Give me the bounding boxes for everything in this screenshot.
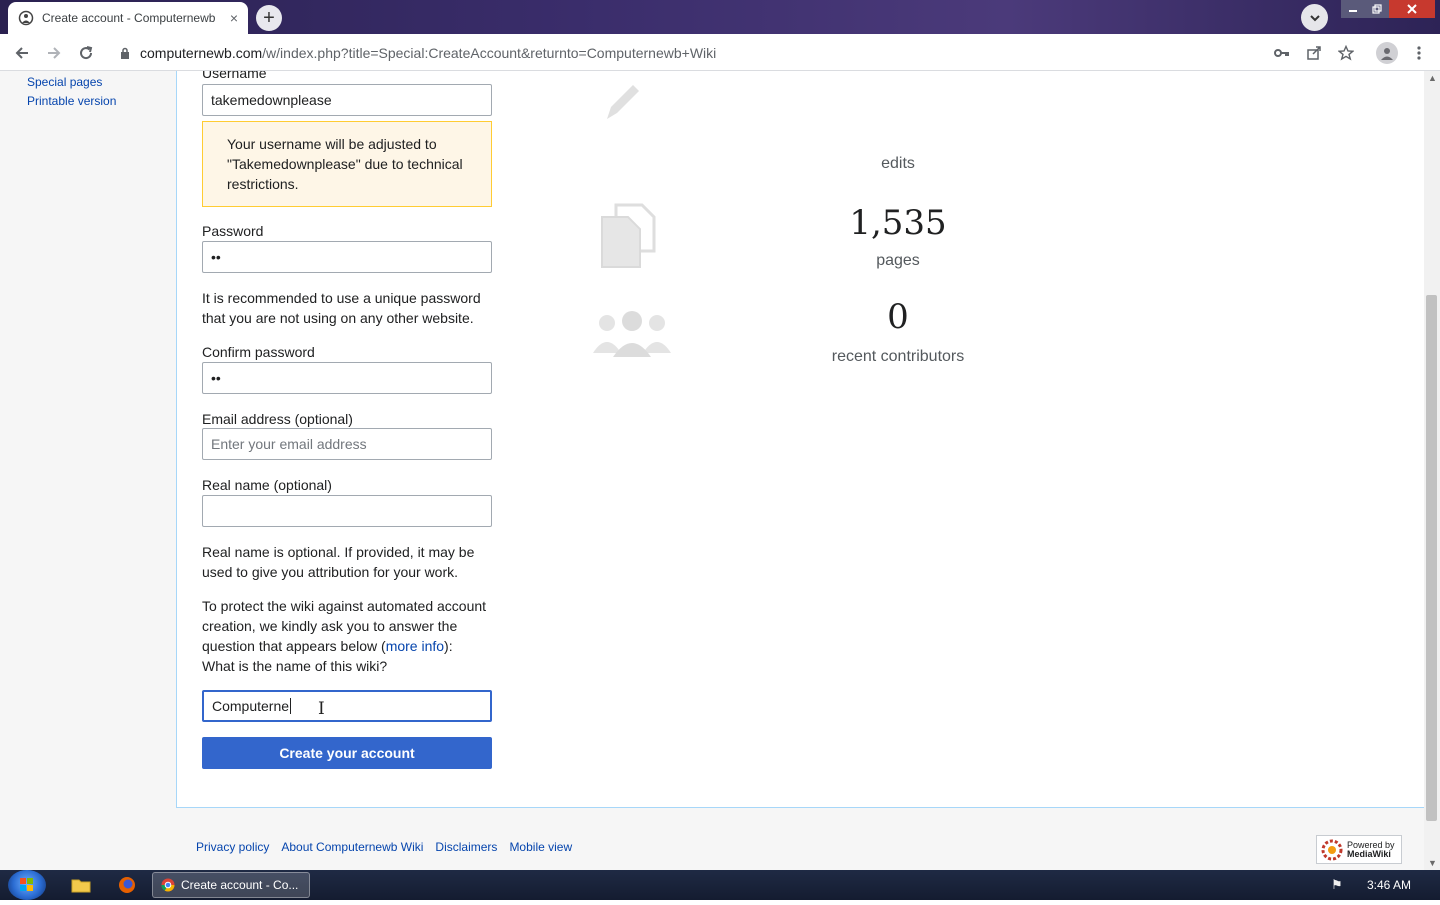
close-icon (1407, 4, 1417, 14)
action-center-flag-icon[interactable]: ⚑ (1331, 877, 1343, 893)
password-field[interactable]: •• (202, 241, 492, 273)
footer-link-about[interactable]: About Computernewb Wiki (281, 840, 423, 854)
powered-by-line2: MediaWiki (1347, 848, 1391, 859)
firefox-icon (119, 877, 135, 893)
pencil-icon (607, 85, 639, 119)
forward-button[interactable] (43, 42, 65, 64)
browser-toolbar: computernewb.com/w/index.php?title=Speci… (0, 34, 1440, 71)
footer-links: Privacy policy About Computernewb Wiki D… (196, 840, 572, 854)
window-restore-button[interactable] (1365, 0, 1389, 18)
scroll-up-arrow-icon[interactable]: ▲ (1428, 73, 1437, 83)
contributors-label: recent contributors (831, 348, 965, 365)
scroll-down-arrow-icon[interactable]: ▼ (1428, 858, 1437, 868)
page-viewport: Special pages Printable version Username… (0, 71, 1424, 870)
pages-document-icon (601, 203, 656, 268)
sidebar-item-special-pages[interactable]: Special pages (27, 75, 102, 89)
captcha-explanation: To protect the wiki against automated ac… (202, 596, 497, 676)
captcha-question: What is the name of this wiki? (202, 658, 388, 674)
key-icon[interactable] (1272, 43, 1292, 63)
pages-label: pages (876, 252, 920, 269)
powered-by-mediawiki-badge[interactable]: Powered by MediaWiki (1316, 835, 1402, 864)
share-icon[interactable] (1304, 43, 1324, 63)
text-caret (290, 698, 292, 714)
url-text: computernewb.com/w/index.php?title=Speci… (140, 45, 716, 61)
realname-help-text: Real name is optional. If provided, it m… (202, 544, 475, 580)
window-minimize-button[interactable] (1341, 0, 1365, 18)
arrow-right-icon (48, 47, 61, 59)
pages-count: 1,535 (849, 203, 947, 243)
start-button[interactable] (8, 870, 46, 900)
password-label: Password (202, 223, 264, 239)
realname-field[interactable] (202, 495, 492, 527)
address-bar[interactable]: computernewb.com/w/index.php?title=Speci… (108, 38, 1308, 67)
arrow-left-icon (15, 47, 28, 59)
sidebar-item-printable-version[interactable]: Printable version (27, 94, 116, 108)
os-taskbar: Create account - Co... ⚑ 3:46 AM (0, 870, 1440, 900)
browser-tab[interactable]: Create account - Computernewb × (8, 2, 248, 34)
email-field[interactable]: Enter your email address (202, 428, 492, 460)
tab-title: Create account - Computernewb (42, 11, 216, 25)
url-domain: computernewb.com (140, 44, 263, 61)
folder-icon (71, 879, 91, 893)
confirm-password-label: Confirm password (202, 344, 315, 360)
footer-link-mobile-view[interactable]: Mobile view (509, 840, 572, 854)
profile-avatar-icon[interactable] (1376, 42, 1398, 64)
chevron-down-icon (1309, 14, 1320, 21)
system-clock[interactable]: 3:46 AM (1367, 878, 1411, 892)
username-field[interactable]: takemedownplease (202, 84, 492, 116)
mediawiki-logo-icon (1321, 839, 1343, 860)
footer-link-privacy-policy[interactable]: Privacy policy (196, 840, 269, 854)
new-tab-button[interactable]: + (256, 5, 282, 31)
tab-search-button[interactable] (1301, 4, 1328, 31)
reload-icon (80, 46, 93, 60)
browser-tab-strip: Create account - Computernewb × + (0, 0, 1440, 34)
reload-button[interactable] (75, 42, 97, 64)
username-notice-box: Your username will be adjusted to "Takem… (202, 121, 492, 207)
footer-link-disclaimers[interactable]: Disclaimers (435, 840, 497, 854)
main-content: Username takemedownplease Your username … (176, 71, 1424, 808)
tab-close-icon[interactable]: × (230, 10, 238, 26)
email-label: Email address (optional) (202, 411, 353, 427)
captcha-text-part2: ): (444, 638, 453, 654)
sidebar: Special pages Printable version (0, 71, 176, 811)
firefox-taskbar-button[interactable] (114, 873, 140, 897)
file-explorer-taskbar-button[interactable] (68, 873, 94, 897)
password-help-text: It is recommended to use a unique passwo… (202, 290, 481, 326)
minimize-icon (1349, 10, 1357, 12)
username-label: Username (202, 71, 267, 81)
back-button[interactable] (11, 42, 33, 64)
edits-label: edits (881, 155, 915, 172)
mouse-ibeam-cursor-icon: I (318, 699, 325, 719)
url-path: /w/index.php?title=Special:CreateAccount… (262, 44, 717, 61)
site-favicon-icon (18, 10, 34, 26)
scroll-thumb[interactable] (1426, 295, 1437, 821)
task-label: Create account - Co... (181, 878, 299, 892)
create-account-button[interactable]: Create your account (202, 737, 492, 769)
lock-icon (121, 47, 129, 59)
restore-icon (1372, 4, 1382, 14)
browser-menu-icon[interactable] (1409, 43, 1429, 63)
captcha-answer-field[interactable]: Computerne (202, 690, 492, 722)
chrome-task-button[interactable]: Create account - Co... (152, 872, 310, 898)
contributors-group-icon (593, 311, 671, 357)
captcha-answer-text: Computerne (212, 698, 290, 714)
bookmark-star-icon[interactable] (1336, 43, 1356, 63)
windows-logo-icon (20, 878, 33, 891)
more-info-link[interactable]: more info (386, 638, 444, 654)
realname-label: Real name (optional) (202, 477, 332, 493)
confirm-password-field[interactable]: •• (202, 362, 492, 394)
contributors-count: 0 (887, 297, 909, 337)
window-close-button[interactable] (1389, 0, 1435, 18)
page-scrollbar[interactable]: ▲ ▼ (1424, 71, 1440, 870)
chrome-icon (161, 878, 175, 892)
